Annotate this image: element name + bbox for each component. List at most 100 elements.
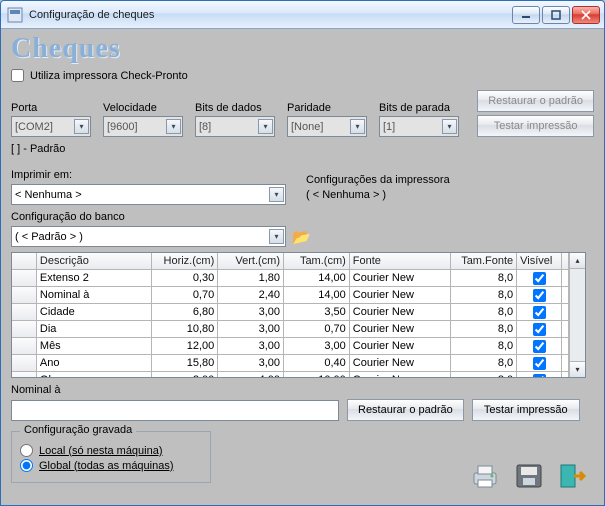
titlebar[interactable]: Configuração de cheques	[1, 1, 604, 29]
cell[interactable]: 3,50	[284, 304, 350, 321]
cell[interactable]: 10,00	[284, 372, 350, 377]
visible-checkbox[interactable]	[533, 357, 546, 370]
parity-combo[interactable]: [None]▾	[287, 116, 367, 137]
close-button[interactable]	[572, 6, 600, 24]
cell[interactable]: 3,00	[218, 304, 284, 321]
minimize-button[interactable]	[512, 6, 540, 24]
cell[interactable]: 4,00	[218, 372, 284, 377]
cell[interactable]: Courier New	[350, 321, 452, 338]
row-header[interactable]	[12, 287, 37, 304]
row-header[interactable]	[12, 304, 37, 321]
port-combo[interactable]: [COM2]▾	[11, 116, 91, 137]
cell[interactable]: 14,00	[284, 270, 350, 287]
test-nominal-button[interactable]: Testar impressão	[472, 399, 580, 421]
column-header[interactable]: Horiz.(cm)	[152, 253, 218, 270]
visible-checkbox[interactable]	[533, 306, 546, 319]
visible-checkbox[interactable]	[533, 340, 546, 353]
speed-combo[interactable]: [9600]▾	[103, 116, 183, 137]
visible-cell[interactable]	[517, 355, 562, 372]
cell[interactable]: 8,0	[451, 321, 517, 338]
bank-config-combo[interactable]: ( < Padrão > )▾	[11, 226, 286, 247]
cell[interactable]: 8,0	[451, 304, 517, 321]
table-row[interactable]: Ano15,803,000,40Courier New8,0	[12, 355, 569, 372]
cell[interactable]: 0,40	[284, 355, 350, 372]
cell[interactable]: Dia	[37, 321, 153, 338]
visible-checkbox[interactable]	[533, 374, 546, 378]
exit-icon[interactable]	[556, 459, 590, 493]
column-header[interactable]: Tam.Fonte	[451, 253, 517, 270]
visible-cell[interactable]	[517, 270, 562, 287]
cell[interactable]: 8,0	[451, 270, 517, 287]
visible-cell[interactable]	[517, 321, 562, 338]
cell[interactable]: 0,70	[152, 287, 218, 304]
cell[interactable]: Ano	[37, 355, 153, 372]
cell[interactable]: 3,00	[218, 338, 284, 355]
maximize-button[interactable]	[542, 6, 570, 24]
cell[interactable]: 6,80	[152, 304, 218, 321]
column-header[interactable]: Descrição	[37, 253, 153, 270]
cell[interactable]: 2,00	[152, 372, 218, 377]
local-radio[interactable]	[20, 444, 33, 457]
global-radio[interactable]	[20, 459, 33, 472]
scroll-down-icon[interactable]: ▾	[570, 361, 585, 377]
print-in-combo[interactable]: < Nenhuma >▾	[11, 184, 286, 205]
table-row[interactable]: Nominal à0,702,4014,00Courier New8,0	[12, 287, 569, 304]
stopbits-combo[interactable]: [1]▾	[379, 116, 459, 137]
row-header[interactable]	[12, 338, 37, 355]
cell[interactable]: 14,00	[284, 287, 350, 304]
cell[interactable]: 8,0	[451, 287, 517, 304]
column-header[interactable]	[12, 253, 37, 270]
databits-combo[interactable]: [8]▾	[195, 116, 275, 137]
cell[interactable]: Courier New	[350, 338, 452, 355]
table-row[interactable]: Extenso 20,301,8014,00Courier New8,0	[12, 270, 569, 287]
table-scrollbar[interactable]: ▴ ▾	[569, 253, 585, 377]
column-header[interactable]: Visível	[517, 253, 562, 270]
restore-nominal-button[interactable]: Restaurar o padrão	[347, 399, 464, 421]
cell[interactable]: 8,0	[451, 338, 517, 355]
column-header[interactable]: Tam.(cm)	[284, 253, 350, 270]
cell[interactable]: 10,80	[152, 321, 218, 338]
cell[interactable]: Courier New	[350, 287, 452, 304]
save-icon[interactable]	[512, 459, 546, 493]
cell[interactable]: 0,30	[152, 270, 218, 287]
cell[interactable]: 1,80	[218, 270, 284, 287]
visible-checkbox[interactable]	[533, 323, 546, 336]
column-header[interactable]: Vert.(cm)	[218, 253, 284, 270]
visible-cell[interactable]	[517, 304, 562, 321]
row-header[interactable]	[12, 270, 37, 287]
restore-port-button[interactable]: Restaurar o padrão	[477, 90, 594, 112]
visible-cell[interactable]	[517, 338, 562, 355]
cell[interactable]: 15,80	[152, 355, 218, 372]
cell[interactable]: Cidade	[37, 304, 153, 321]
cell[interactable]: Extenso 2	[37, 270, 153, 287]
visible-checkbox[interactable]	[533, 289, 546, 302]
cell[interactable]: 2,40	[218, 287, 284, 304]
test-port-button[interactable]: Testar impressão	[477, 115, 594, 137]
column-header[interactable]: Fonte	[350, 253, 452, 270]
row-header[interactable]	[12, 321, 37, 338]
printer-icon[interactable]	[468, 459, 502, 493]
table-row[interactable]: Mês12,003,003,00Courier New8,0	[12, 338, 569, 355]
table-row[interactable]: ▶Obs2,004,0010,00Courier New8,0	[12, 372, 569, 377]
visible-checkbox[interactable]	[533, 272, 546, 285]
cell[interactable]: 3,00	[218, 355, 284, 372]
cell[interactable]: 0,70	[284, 321, 350, 338]
folder-open-icon[interactable]: 📂	[292, 228, 311, 246]
cell[interactable]: 8,0	[451, 355, 517, 372]
table-row[interactable]: Dia10,803,000,70Courier New8,0	[12, 321, 569, 338]
cell[interactable]: Courier New	[350, 355, 452, 372]
cell[interactable]: 3,00	[218, 321, 284, 338]
check-pronto-checkbox[interactable]	[11, 69, 24, 82]
cell[interactable]: Nominal à	[37, 287, 153, 304]
cell[interactable]: Mês	[37, 338, 153, 355]
row-header[interactable]	[12, 355, 37, 372]
cell[interactable]: 8,0	[451, 372, 517, 377]
cell[interactable]: Courier New	[350, 304, 452, 321]
cell[interactable]: Courier New	[350, 270, 452, 287]
cell[interactable]: 3,00	[284, 338, 350, 355]
cell[interactable]: Courier New	[350, 372, 452, 377]
cell[interactable]: Obs	[37, 372, 153, 377]
scroll-up-icon[interactable]: ▴	[570, 253, 585, 269]
row-header[interactable]: ▶	[12, 372, 37, 377]
visible-cell[interactable]	[517, 287, 562, 304]
